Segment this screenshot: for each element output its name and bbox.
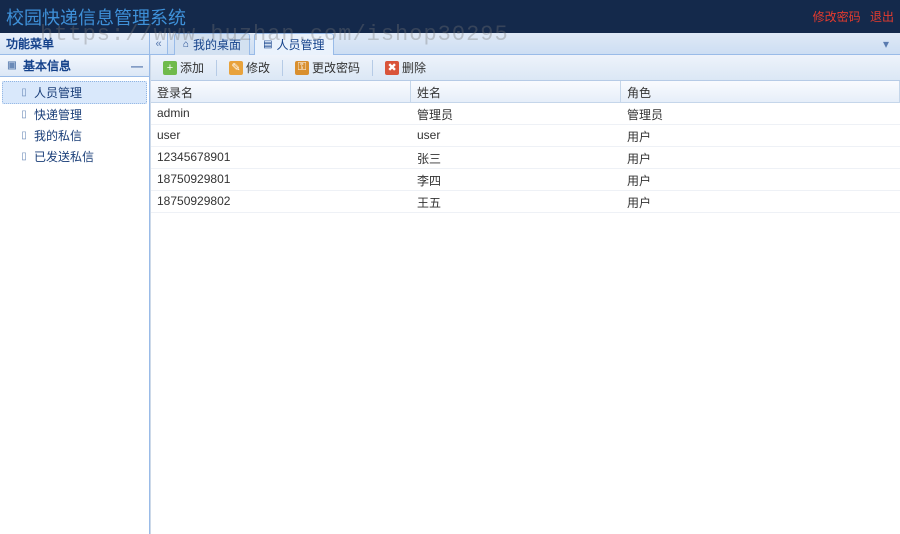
- button-label: 删除: [402, 59, 426, 76]
- add-button[interactable]: + 添加: [157, 58, 210, 77]
- edit-button[interactable]: ✎ 修改: [223, 58, 276, 77]
- sidebar-item-label: 快递管理: [34, 106, 82, 123]
- cell-name: user: [411, 125, 621, 146]
- sidebar-item-sent[interactable]: ▯ 已发送私信: [2, 146, 147, 167]
- sidebar-header: 功能菜单: [0, 33, 150, 54]
- table-row[interactable]: admin 管理员 管理员: [151, 103, 900, 125]
- collapse-sidebar-button[interactable]: «: [150, 33, 168, 54]
- sidebar-item-label: 人员管理: [34, 84, 82, 101]
- accordion-title: 基本信息: [23, 57, 71, 74]
- cell-login: user: [151, 125, 411, 146]
- page-icon: ▯: [18, 109, 30, 121]
- grid-header: 登录名 姓名 角色: [151, 81, 900, 103]
- grid-body: admin 管理员 管理员 user user 用户 12345678901 张…: [151, 103, 900, 213]
- table-row[interactable]: 12345678901 张三 用户: [151, 147, 900, 169]
- delete-button[interactable]: ✖ 删除: [379, 58, 432, 77]
- trash-icon: ✖: [385, 61, 399, 75]
- separator: [372, 60, 373, 76]
- pencil-icon: ✎: [229, 61, 243, 75]
- title-bar: 校园快递信息管理系统 修改密码 退出: [0, 0, 900, 33]
- change-password-button[interactable]: ⚿ 更改密码: [289, 58, 366, 77]
- tab-label: 人员管理: [277, 36, 325, 53]
- cell-role: 用户: [621, 125, 900, 146]
- folder-icon: ▣: [6, 60, 18, 72]
- column-header-name[interactable]: 姓名: [411, 81, 621, 102]
- column-header-role[interactable]: 角色: [621, 81, 900, 102]
- chevron-left-icon: «: [155, 38, 161, 50]
- cell-role: 用户: [621, 191, 900, 212]
- column-header-login[interactable]: 登录名: [151, 81, 411, 102]
- separator: [282, 60, 283, 76]
- button-label: 修改: [246, 59, 270, 76]
- tabs-overflow-button[interactable]: ▾: [878, 37, 894, 51]
- cell-name: 李四: [411, 169, 621, 190]
- cell-login: 18750929801: [151, 169, 411, 190]
- sidebar-item-express[interactable]: ▯ 快递管理: [2, 104, 147, 125]
- header-links: 修改密码 退出: [807, 8, 894, 25]
- cell-name: 张三: [411, 147, 621, 168]
- plus-icon: +: [163, 61, 177, 75]
- table-row[interactable]: user user 用户: [151, 125, 900, 147]
- logout-link[interactable]: 退出: [870, 10, 894, 24]
- cell-role: 管理员: [621, 103, 900, 124]
- tab-label: 我的桌面: [193, 36, 241, 53]
- cell-name: 管理员: [411, 103, 621, 124]
- page-icon: ▯: [18, 151, 30, 163]
- accordion-header-basic-info[interactable]: ▣ 基本信息 —: [0, 55, 149, 77]
- tab-users[interactable]: ▤ 人员管理: [254, 33, 333, 55]
- change-password-link[interactable]: 修改密码: [813, 10, 861, 24]
- button-label: 更改密码: [312, 59, 360, 76]
- table-row[interactable]: 18750929802 王五 用户: [151, 191, 900, 213]
- cell-name: 王五: [411, 191, 621, 212]
- content-pane: + 添加 ✎ 修改 ⚿ 更改密码 ✖ 删除 登录名 姓名 角色: [150, 55, 900, 534]
- document-icon: ▤: [263, 39, 272, 50]
- tab-desktop[interactable]: ⌂ 我的桌面: [174, 33, 250, 55]
- cell-login: admin: [151, 103, 411, 124]
- table-row[interactable]: 18750929801 李四 用户: [151, 169, 900, 191]
- key-icon: ⚿: [295, 61, 309, 75]
- cell-login: 18750929802: [151, 191, 411, 212]
- sidebar: ▣ 基本信息 — ▯ 人员管理 ▯ 快递管理 ▯ 我的私信 ▯ 已发送私信: [0, 55, 150, 534]
- sidebar-item-inbox[interactable]: ▯ 我的私信: [2, 125, 147, 146]
- cell-login: 12345678901: [151, 147, 411, 168]
- sidebar-item-label: 我的私信: [34, 127, 82, 144]
- app-title: 校园快递信息管理系统: [6, 4, 186, 30]
- sidebar-title: 功能菜单: [6, 35, 54, 52]
- chevron-down-icon: ▾: [883, 37, 889, 51]
- home-icon: ⌂: [183, 39, 189, 50]
- button-label: 添加: [180, 59, 204, 76]
- cell-role: 用户: [621, 169, 900, 190]
- toolbar: + 添加 ✎ 修改 ⚿ 更改密码 ✖ 删除: [151, 55, 900, 81]
- tabs-area: ⌂ 我的桌面 ▤ 人员管理 ▾: [168, 33, 900, 54]
- main-area: ▣ 基本信息 — ▯ 人员管理 ▯ 快递管理 ▯ 我的私信 ▯ 已发送私信: [0, 55, 900, 534]
- page-icon: ▯: [18, 87, 30, 99]
- sidebar-item-users[interactable]: ▯ 人员管理: [2, 81, 147, 104]
- page-icon: ▯: [18, 130, 30, 142]
- secondary-bar: 功能菜单 « ⌂ 我的桌面 ▤ 人员管理 ▾: [0, 33, 900, 55]
- collapse-icon: —: [131, 59, 143, 73]
- sidebar-tree: ▯ 人员管理 ▯ 快递管理 ▯ 我的私信 ▯ 已发送私信: [0, 77, 149, 171]
- sidebar-item-label: 已发送私信: [34, 148, 94, 165]
- separator: [216, 60, 217, 76]
- cell-role: 用户: [621, 147, 900, 168]
